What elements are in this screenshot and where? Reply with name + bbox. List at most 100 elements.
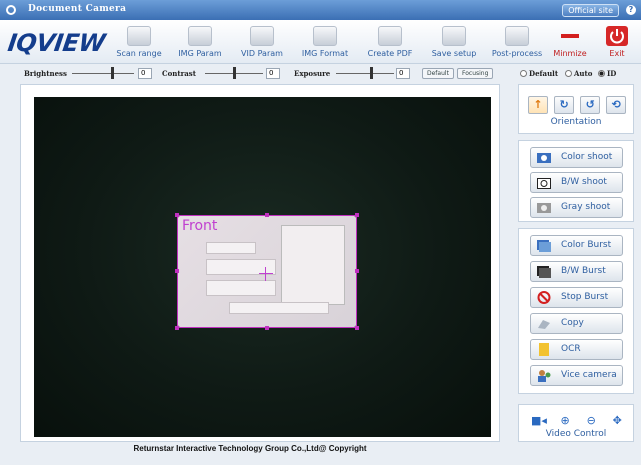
scan-range-button[interactable]: Scan range xyxy=(113,26,165,62)
contrast-slider-handle[interactable] xyxy=(233,67,236,79)
img-param-button[interactable]: IMG Param xyxy=(174,26,226,62)
post-process-icon xyxy=(505,26,529,46)
crop-handle[interactable] xyxy=(175,269,179,273)
color-burst-button[interactable]: Color Burst xyxy=(530,235,623,256)
color-shoot-label: Color shoot xyxy=(561,152,613,162)
vid-param-label: VID Param xyxy=(241,49,283,58)
bw-shoot-button[interactable]: B/W shoot xyxy=(530,172,623,193)
image-format-icon xyxy=(313,26,337,46)
minimize-button[interactable]: Minmize xyxy=(552,26,588,62)
default-button[interactable]: Default xyxy=(422,68,454,79)
title-bar: Document Camera Official site ? xyxy=(0,0,641,20)
zoom-in-icon[interactable]: ⊕ xyxy=(556,414,574,428)
radio-dot-auto xyxy=(565,70,572,77)
gray-shoot-label: Gray shoot xyxy=(561,202,611,212)
stop-burst-button[interactable]: Stop Burst xyxy=(530,287,623,308)
exposure-slider-handle[interactable] xyxy=(370,67,373,79)
radio-dot-default xyxy=(520,70,527,77)
crop-handle[interactable] xyxy=(355,326,359,330)
video-param-icon xyxy=(250,26,274,46)
crosshair-icon xyxy=(259,267,273,281)
crop-handle[interactable] xyxy=(265,326,269,330)
mode-default-radio[interactable]: Default xyxy=(520,69,558,78)
crop-handle[interactable] xyxy=(265,213,269,217)
video-control-title: Video Control xyxy=(545,429,607,439)
contrast-value[interactable]: 0 xyxy=(266,68,280,79)
pencil-icon xyxy=(442,26,466,46)
copy-icon xyxy=(538,320,550,329)
ocr-button[interactable]: OCR xyxy=(530,339,623,360)
orientation-title: Orientation xyxy=(550,117,602,127)
img-param-label: IMG Param xyxy=(178,49,222,58)
help-icon[interactable]: ? xyxy=(626,5,636,15)
brightness-slider[interactable] xyxy=(72,73,134,74)
minimize-label: Minmize xyxy=(553,49,587,58)
front-label: Front xyxy=(182,218,218,234)
exit-button[interactable]: Exit xyxy=(602,26,632,62)
mode-auto-label: Auto xyxy=(574,69,593,78)
bw-camera-icon xyxy=(537,178,551,189)
camera-preview[interactable]: Front xyxy=(34,97,491,437)
burst-panel: Color Burst B/W Burst Stop Burst Copy OC… xyxy=(518,228,634,394)
scan-range-icon xyxy=(127,26,151,46)
move-icon[interactable]: ✥ xyxy=(608,414,626,428)
stop-icon xyxy=(537,291,551,304)
rotate-right-icon[interactable]: ↻ xyxy=(554,96,575,114)
copyright-text: Returnstar Interactive Technology Group … xyxy=(133,444,367,453)
official-site-button[interactable]: Official site xyxy=(562,4,619,17)
vice-camera-icon xyxy=(538,370,551,382)
bw-burst-icon xyxy=(537,266,551,278)
post-process-label: Post-process xyxy=(491,49,543,58)
copy-button[interactable]: Copy xyxy=(530,313,623,334)
pdf-icon xyxy=(378,26,402,46)
crop-handle[interactable] xyxy=(355,213,359,217)
rotate-flip-icon[interactable]: ⟲ xyxy=(606,96,627,114)
orientation-panel: ↑ ↻ ↺ ⟲ Orientation xyxy=(518,84,634,134)
save-setup-button[interactable]: Save setup xyxy=(426,26,482,62)
tools-icon xyxy=(188,26,212,46)
color-shoot-button[interactable]: Color shoot xyxy=(530,147,623,168)
mode-id-radio[interactable]: ID xyxy=(598,69,616,78)
crop-handle[interactable] xyxy=(175,326,179,330)
create-pdf-label: Create PDF xyxy=(367,49,413,58)
vice-camera-button[interactable]: Vice camera xyxy=(530,365,623,386)
ocr-label: OCR xyxy=(561,344,581,354)
copy-label: Copy xyxy=(561,318,584,328)
zoom-out-icon[interactable]: ⊖ xyxy=(582,414,600,428)
orientation-up-icon[interactable]: ↑ xyxy=(528,96,548,114)
power-icon xyxy=(605,26,629,46)
brightness-slider-handle[interactable] xyxy=(111,67,114,79)
adjustment-bar: Brightness 0 Contrast 0 Exposure 0 Defau… xyxy=(0,64,641,82)
video-control-panel: ■◂ ⊕ ⊖ ✥ Video Control xyxy=(518,404,634,442)
scan-range-label: Scan range xyxy=(116,49,162,58)
bw-shoot-label: B/W shoot xyxy=(561,177,607,187)
vid-param-button[interactable]: VID Param xyxy=(236,26,288,62)
img-format-label: IMG Format xyxy=(301,49,349,58)
exposure-label: Exposure xyxy=(294,69,331,78)
color-burst-icon xyxy=(537,240,551,252)
bw-burst-button[interactable]: B/W Burst xyxy=(530,261,623,282)
brightness-value[interactable]: 0 xyxy=(138,68,152,79)
record-video-icon[interactable]: ■◂ xyxy=(530,414,548,428)
brightness-label: Brightness xyxy=(24,69,67,78)
contrast-label: Contrast xyxy=(162,69,196,78)
rotate-left-icon[interactable]: ↺ xyxy=(580,96,601,114)
window-title: Document Camera xyxy=(28,4,127,14)
stop-burst-label: Stop Burst xyxy=(561,292,609,302)
brand-logo: IQVIEW xyxy=(6,29,107,57)
exposure-slider[interactable] xyxy=(336,73,394,74)
exposure-value[interactable]: 0 xyxy=(396,68,410,79)
focusing-button[interactable]: Focusing xyxy=(457,68,494,79)
color-camera-icon xyxy=(537,153,551,163)
img-format-button[interactable]: IMG Format xyxy=(296,26,354,62)
crop-handle[interactable] xyxy=(175,213,179,217)
gray-shoot-button[interactable]: Gray shoot xyxy=(530,197,623,218)
mode-id-label: ID xyxy=(607,69,617,78)
create-pdf-button[interactable]: Create PDF xyxy=(362,26,418,62)
vice-camera-label: Vice camera xyxy=(561,370,617,380)
crop-handle[interactable] xyxy=(355,269,359,273)
post-process-button[interactable]: Post-process xyxy=(489,26,545,62)
minimize-icon xyxy=(558,26,582,46)
app-icon xyxy=(6,5,16,15)
mode-auto-radio[interactable]: Auto xyxy=(565,69,592,78)
